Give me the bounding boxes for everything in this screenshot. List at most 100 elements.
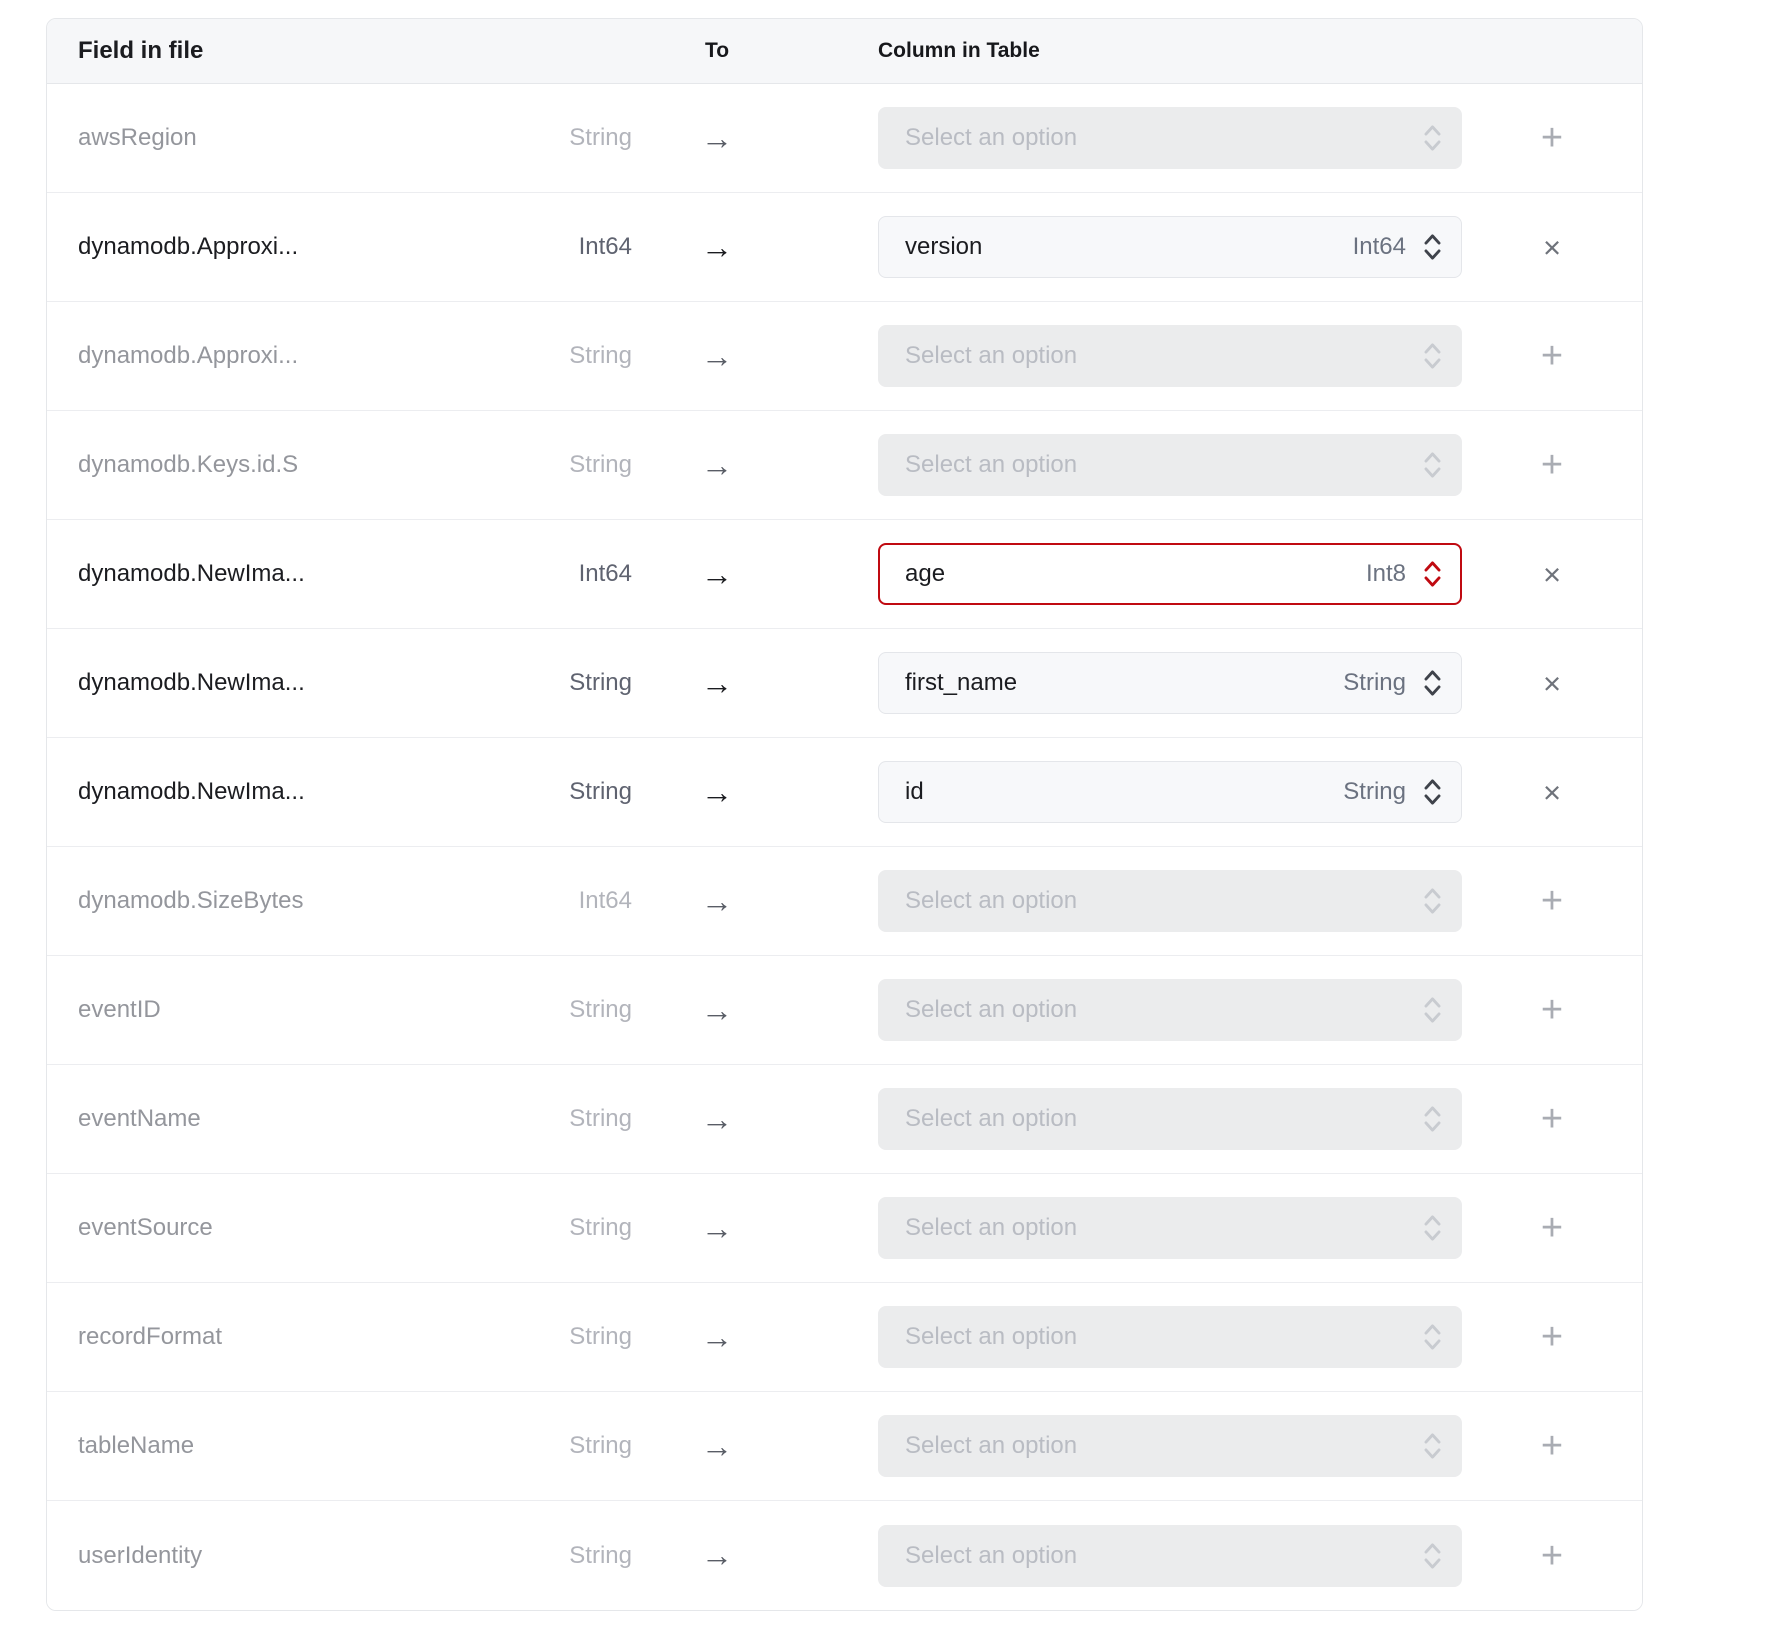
field-name: eventName xyxy=(47,1105,507,1133)
field-name: userIdentity xyxy=(47,1542,507,1570)
column-select-value: Select an option xyxy=(905,1214,1422,1242)
column-select[interactable]: Select an option xyxy=(878,434,1462,496)
field-type: String xyxy=(507,1214,632,1242)
column-type-label: String xyxy=(1343,778,1406,806)
chevron-updown-icon xyxy=(1422,1429,1443,1463)
chevron-updown-icon xyxy=(1422,1539,1443,1573)
column-select-value: Select an option xyxy=(905,887,1422,915)
arrow-icon: → xyxy=(632,1537,802,1574)
field-name: tableName xyxy=(47,1432,507,1460)
add-mapping-button[interactable]: + xyxy=(1533,1201,1571,1255)
arrow-icon: → xyxy=(632,1101,802,1138)
column-select[interactable]: id String xyxy=(878,761,1462,823)
field-name: eventID xyxy=(47,996,507,1024)
table-header-row: Field in file To Column in Table xyxy=(47,19,1642,84)
arrow-icon: → xyxy=(632,1428,802,1465)
field-name: awsRegion xyxy=(47,124,507,152)
field-name: recordFormat xyxy=(47,1323,507,1351)
column-type-label: Int8 xyxy=(1366,560,1406,588)
remove-mapping-button[interactable]: × xyxy=(1535,769,1569,816)
add-mapping-button[interactable]: + xyxy=(1533,111,1571,165)
add-mapping-button[interactable]: + xyxy=(1533,438,1571,492)
column-select-value: Select an option xyxy=(905,1542,1422,1570)
mapping-row: recordFormat String → Select an option + xyxy=(47,1283,1642,1392)
column-select[interactable]: Select an option xyxy=(878,325,1462,387)
field-name: dynamodb.NewIma... xyxy=(47,560,507,588)
column-select-value: version xyxy=(905,233,1353,261)
add-mapping-button[interactable]: + xyxy=(1533,983,1571,1037)
field-name: dynamodb.NewIma... xyxy=(47,669,507,697)
column-select-value: Select an option xyxy=(905,996,1422,1024)
arrow-icon: → xyxy=(632,338,802,375)
header-field-in-file: Field in file xyxy=(47,37,507,65)
column-type-label: String xyxy=(1343,669,1406,697)
field-type: String xyxy=(507,124,632,152)
arrow-icon: → xyxy=(632,447,802,484)
chevron-updown-icon xyxy=(1422,1211,1443,1245)
arrow-icon: → xyxy=(632,556,802,593)
chevron-updown-icon xyxy=(1422,666,1443,700)
add-mapping-button[interactable]: + xyxy=(1533,1310,1571,1364)
mapping-row: dynamodb.NewIma... String → first_name S… xyxy=(47,629,1642,738)
mapping-row: dynamodb.SizeBytes Int64 → Select an opt… xyxy=(47,847,1642,956)
column-select[interactable]: Select an option xyxy=(878,1306,1462,1368)
field-type: Int64 xyxy=(507,233,632,261)
column-select[interactable]: Select an option xyxy=(878,1197,1462,1259)
mapping-row: awsRegion String → Select an option + xyxy=(47,84,1642,193)
field-name: dynamodb.SizeBytes xyxy=(47,887,507,915)
mapping-row: eventSource String → Select an option + xyxy=(47,1174,1642,1283)
chevron-updown-icon xyxy=(1422,993,1443,1027)
chevron-updown-icon xyxy=(1422,775,1443,809)
column-select[interactable]: age Int8 xyxy=(878,543,1462,605)
column-select-value: Select an option xyxy=(905,1323,1422,1351)
remove-mapping-button[interactable]: × xyxy=(1535,660,1569,707)
field-name: dynamodb.NewIma... xyxy=(47,778,507,806)
field-type: Int64 xyxy=(507,560,632,588)
field-mapping-table: Field in file To Column in Table awsRegi… xyxy=(46,18,1643,1611)
column-select-value: Select an option xyxy=(905,451,1422,479)
remove-mapping-button[interactable]: × xyxy=(1535,551,1569,598)
add-mapping-button[interactable]: + xyxy=(1533,1419,1571,1473)
arrow-icon: → xyxy=(632,120,802,157)
column-type-label: Int64 xyxy=(1353,233,1406,261)
add-mapping-button[interactable]: + xyxy=(1533,1092,1571,1146)
mapping-row: dynamodb.NewIma... Int64 → age Int8 × xyxy=(47,520,1642,629)
column-select[interactable]: Select an option xyxy=(878,1415,1462,1477)
mapping-row: userIdentity String → Select an option + xyxy=(47,1501,1642,1610)
column-select[interactable]: version Int64 xyxy=(878,216,1462,278)
chevron-updown-icon xyxy=(1422,557,1443,591)
column-select[interactable]: Select an option xyxy=(878,979,1462,1041)
column-select[interactable]: Select an option xyxy=(878,870,1462,932)
column-select[interactable]: Select an option xyxy=(878,1525,1462,1587)
header-column-in-table: Column in Table xyxy=(802,39,1462,63)
mapping-row: dynamodb.Approxi... String → Select an o… xyxy=(47,302,1642,411)
chevron-updown-icon xyxy=(1422,1320,1443,1354)
remove-mapping-button[interactable]: × xyxy=(1535,224,1569,271)
header-to: To xyxy=(632,39,802,63)
field-type: String xyxy=(507,1542,632,1570)
chevron-updown-icon xyxy=(1422,121,1443,155)
chevron-updown-icon xyxy=(1422,884,1443,918)
field-type: Int64 xyxy=(507,887,632,915)
column-select[interactable]: Select an option xyxy=(878,107,1462,169)
arrow-icon: → xyxy=(632,665,802,702)
column-select[interactable]: first_name String xyxy=(878,652,1462,714)
chevron-updown-icon xyxy=(1422,339,1443,373)
add-mapping-button[interactable]: + xyxy=(1533,329,1571,383)
column-select[interactable]: Select an option xyxy=(878,1088,1462,1150)
column-select-value: Select an option xyxy=(905,1432,1422,1460)
add-mapping-button[interactable]: + xyxy=(1533,1529,1571,1583)
field-type: String xyxy=(507,669,632,697)
arrow-icon: → xyxy=(632,992,802,1029)
field-name: dynamodb.Approxi... xyxy=(47,342,507,370)
mapping-row: eventName String → Select an option + xyxy=(47,1065,1642,1174)
mapping-row: dynamodb.NewIma... String → id String × xyxy=(47,738,1642,847)
field-type: String xyxy=(507,451,632,479)
add-mapping-button[interactable]: + xyxy=(1533,874,1571,928)
mapping-row: dynamodb.Approxi... Int64 → version Int6… xyxy=(47,193,1642,302)
arrow-icon: → xyxy=(632,229,802,266)
field-type: String xyxy=(507,1432,632,1460)
field-type: String xyxy=(507,342,632,370)
column-select-value: id xyxy=(905,778,1343,806)
arrow-icon: → xyxy=(632,774,802,811)
